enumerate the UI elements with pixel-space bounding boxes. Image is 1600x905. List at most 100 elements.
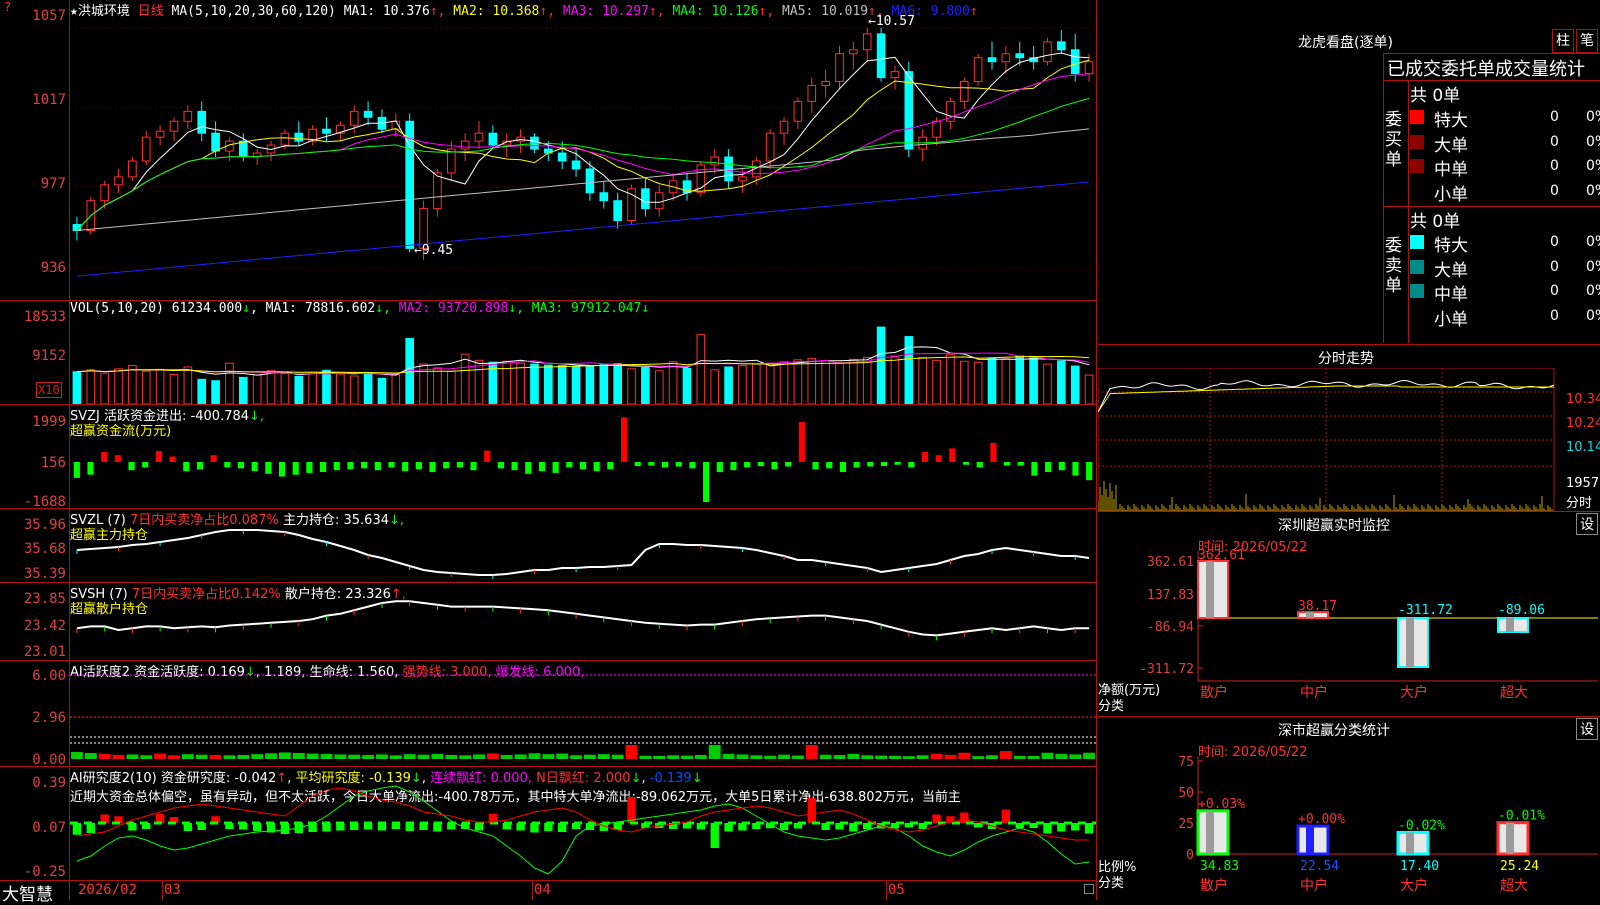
- axis-label: 75: [1178, 755, 1194, 770]
- candle: [890, 71, 900, 79]
- research-bar: [710, 823, 719, 848]
- order-stat-row: 大单 0 0%: [1410, 256, 1600, 281]
- category-label: 超大: [1500, 685, 1528, 701]
- lock-icon[interactable]: [1084, 884, 1094, 894]
- flow-bar: [1086, 462, 1093, 481]
- flow-bar: [320, 462, 327, 472]
- favorite-star-icon[interactable]: ★: [70, 4, 78, 19]
- activity-bar: [292, 753, 305, 759]
- color-swatch: [1410, 159, 1424, 173]
- flow-bar: [976, 462, 983, 468]
- flow-bar: [73, 462, 80, 478]
- vol-axis: 18533 9152 X10: [0, 300, 70, 404]
- volume-bar: [876, 326, 886, 404]
- chart-area[interactable]: ★洪城环境 日线 MA(5,10,20,30,60,120) MA1: 10.3…: [0, 0, 1097, 905]
- date-label: 05: [888, 882, 905, 898]
- order-pct: 0%: [1586, 234, 1600, 250]
- activity-bar: [84, 753, 97, 759]
- research-bar: [1001, 809, 1011, 823]
- intraday-price-label: 10.14: [1566, 440, 1600, 455]
- tick-mode-button[interactable]: 笔: [1576, 29, 1598, 53]
- capital-flow-chart[interactable]: [70, 404, 1096, 508]
- volume-bar: [266, 370, 276, 404]
- activity-bar: [708, 745, 721, 759]
- activity-bar: [389, 755, 402, 759]
- volume-chart[interactable]: [70, 300, 1096, 404]
- order-pct: 0%: [1586, 133, 1600, 150]
- volume-bar: [668, 361, 678, 404]
- vol-unit-badge[interactable]: X10: [36, 382, 62, 398]
- flow-bar: [538, 462, 546, 472]
- classify-panel: 深市超赢分类统计 设 时间: 2026/05/22 75 50 25 0 +0.03% 3…: [1098, 716, 1600, 900]
- order-stat-row: 特大 0 0%: [1410, 231, 1600, 256]
- bar-mode-button[interactable]: 柱: [1552, 29, 1574, 53]
- flow-bar: [292, 462, 299, 475]
- flow-bar: [1004, 462, 1011, 466]
- intraday-unit-label: 分时: [1566, 496, 1593, 511]
- flow-bar: [566, 462, 573, 468]
- flow-bar: [648, 462, 655, 466]
- activity-bar: [930, 753, 943, 759]
- ma-value: MA2: 10.368: [445, 4, 540, 19]
- ai-research-axis: 0.39 0.07 -0.25: [23, 775, 66, 880]
- net-amount-bar-chart[interactable]: 362.61 137.83 -86.94 -311.72 362.61 散户 38.17 中户…: [1098, 511, 1600, 716]
- activity-bar: [459, 755, 472, 759]
- volume-bar: [654, 370, 664, 404]
- research-chart[interactable]: [70, 766, 1096, 880]
- volume-bar: [807, 357, 817, 404]
- ai-active-axis: 6.00 2.96 0.00: [32, 668, 66, 768]
- flow-bar: [921, 452, 929, 462]
- activity-chart[interactable]: [70, 660, 1096, 766]
- intraday-panel[interactable]: 分时走势 10.34 10.24 10.14 1957 分时: [1098, 344, 1600, 511]
- candlestick-chart[interactable]: [70, 18, 1096, 300]
- activity-bar: [667, 755, 680, 759]
- flow-bar: [853, 462, 860, 468]
- intraday-chart[interactable]: [1098, 368, 1566, 511]
- date-tick: [886, 880, 887, 900]
- candle: [114, 176, 123, 186]
- candle: [876, 33, 886, 79]
- activity-bar: [625, 745, 638, 759]
- activity-bar: [597, 754, 610, 759]
- activity-bar: [431, 753, 444, 759]
- main-holding-chart[interactable]: [70, 508, 1096, 582]
- ratio-bar-chart[interactable]: 75 50 25 0 +0.03% 34.83 散户 +0.00% 22.54 中户 -0.02% 1…: [1098, 716, 1600, 900]
- candle: [973, 57, 983, 83]
- candle: [1057, 41, 1066, 51]
- flow-bar: [839, 462, 846, 472]
- candle: [100, 184, 109, 202]
- period-label[interactable]: 日线: [138, 4, 164, 19]
- volume-bar: [474, 359, 484, 404]
- candle: [932, 120, 941, 138]
- candle: [460, 140, 470, 150]
- candle: [488, 132, 498, 146]
- volume-bar: [349, 375, 359, 404]
- volume-bar: [363, 372, 373, 404]
- axis-label: 362.61: [1147, 555, 1194, 570]
- activity-bar: [486, 753, 499, 759]
- volume-bar: [710, 369, 720, 404]
- candle: [710, 156, 720, 166]
- activity-bar: [722, 753, 735, 759]
- svsh-axis: 23.85 23.42 23.01: [23, 591, 66, 660]
- bar-value-label: 25.24: [1500, 859, 1539, 874]
- ratio-bar-shade: [1206, 810, 1214, 854]
- up-arrow: ↑,: [758, 4, 775, 19]
- retail-holding-line: [76, 600, 1090, 637]
- retail-holding-chart[interactable]: [70, 582, 1096, 660]
- activity-bar: [556, 753, 569, 759]
- date-tick: [532, 880, 533, 900]
- flow-bar: [771, 462, 778, 470]
- candle: [849, 49, 858, 55]
- volume-bar: [849, 358, 858, 404]
- volume-bar: [918, 356, 928, 404]
- volume-bar: [544, 364, 553, 404]
- activity-bar: [819, 754, 832, 759]
- brand-logo[interactable]: 大智慧: [2, 880, 53, 905]
- order-pct: 0%: [1586, 158, 1600, 174]
- activity-bar: [278, 752, 291, 759]
- candle: [363, 110, 373, 118]
- volume-bar: [779, 361, 789, 404]
- activity-bar: [639, 755, 652, 759]
- activity-bar: [417, 754, 430, 759]
